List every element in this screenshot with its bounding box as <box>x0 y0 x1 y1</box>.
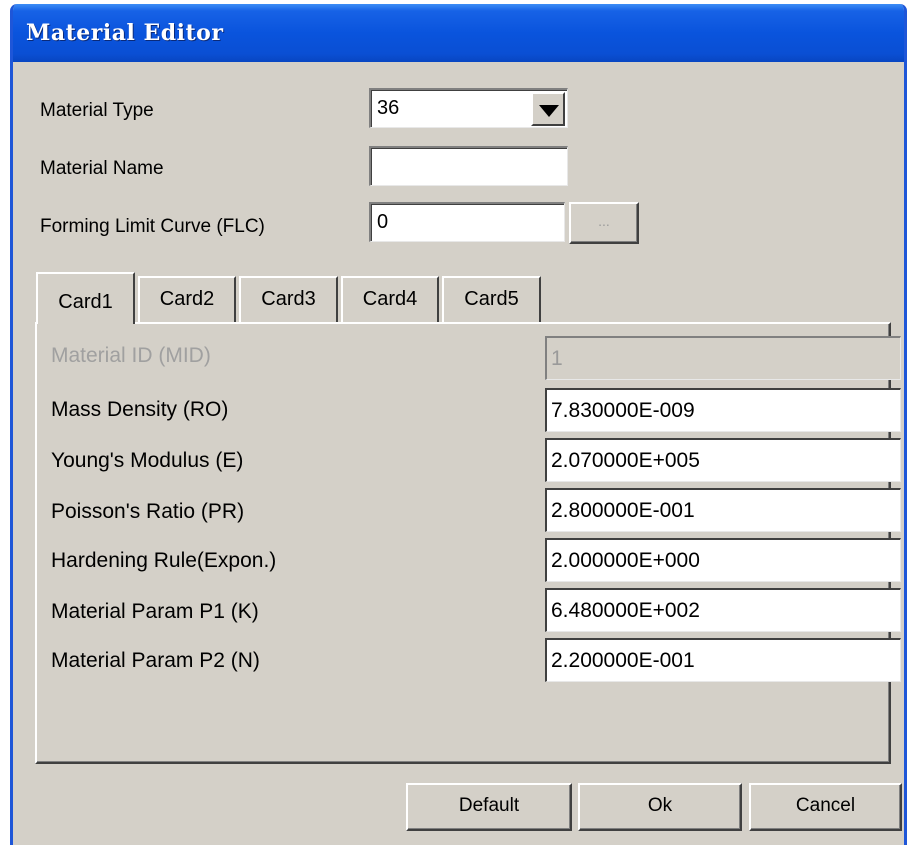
material-type-value: 36 <box>377 97 400 119</box>
tab-card3[interactable]: Card3 <box>239 276 338 322</box>
chevron-down-icon <box>539 105 559 117</box>
mass-density-input[interactable]: 7.830000E-009 <box>545 388 901 432</box>
youngs-modulus-label: Young's Modulus (E) <box>51 449 244 472</box>
material-type-dropdown-button[interactable] <box>531 92 565 126</box>
hardening-rule-label: Hardening Rule(Expon.) <box>51 549 277 572</box>
ok-button[interactable]: Ok <box>578 783 742 831</box>
window-title: Material Editor <box>26 20 224 46</box>
flc-browse-button[interactable]: ... <box>569 202 639 244</box>
param-p1-input[interactable]: 6.480000E+002 <box>545 588 901 632</box>
youngs-modulus-input[interactable]: 2.070000E+005 <box>545 438 901 482</box>
flc-label: Forming Limit Curve (FLC) <box>40 216 265 237</box>
mid-input: 1 <box>545 336 901 380</box>
tab-card4[interactable]: Card4 <box>341 276 439 322</box>
flc-input[interactable]: 0 <box>369 202 565 242</box>
material-type-select[interactable]: 36 <box>369 88 568 128</box>
tab-card1[interactable]: Card1 <box>36 272 135 324</box>
default-button[interactable]: Default <box>406 783 572 831</box>
hardening-rule-input[interactable]: 2.000000E+000 <box>545 538 901 582</box>
card1-panel: Material ID (MID) 1 Mass Density (RO) 7.… <box>35 322 901 764</box>
material-type-label: Material Type <box>40 100 154 121</box>
param-p1-label: Material Param P1 (K) <box>51 600 259 623</box>
poissons-ratio-label: Poisson's Ratio (PR) <box>51 500 245 523</box>
mass-density-label: Mass Density (RO) <box>51 398 229 421</box>
material-name-input[interactable] <box>369 146 568 186</box>
mid-label: Material ID (MID) <box>51 344 211 367</box>
param-p2-label: Material Param P2 (N) <box>51 649 260 672</box>
tab-card2[interactable]: Card2 <box>138 276 236 322</box>
tab-card5[interactable]: Card5 <box>442 276 541 322</box>
title-bar[interactable]: Material Editor <box>13 4 904 62</box>
param-p2-input[interactable]: 2.200000E-001 <box>545 638 901 682</box>
cancel-button[interactable]: Cancel <box>749 783 902 831</box>
poissons-ratio-input[interactable]: 2.800000E-001 <box>545 488 901 532</box>
material-editor-window: Material Editor Material Type 36 Materia… <box>10 4 907 845</box>
material-name-label: Material Name <box>40 158 164 179</box>
